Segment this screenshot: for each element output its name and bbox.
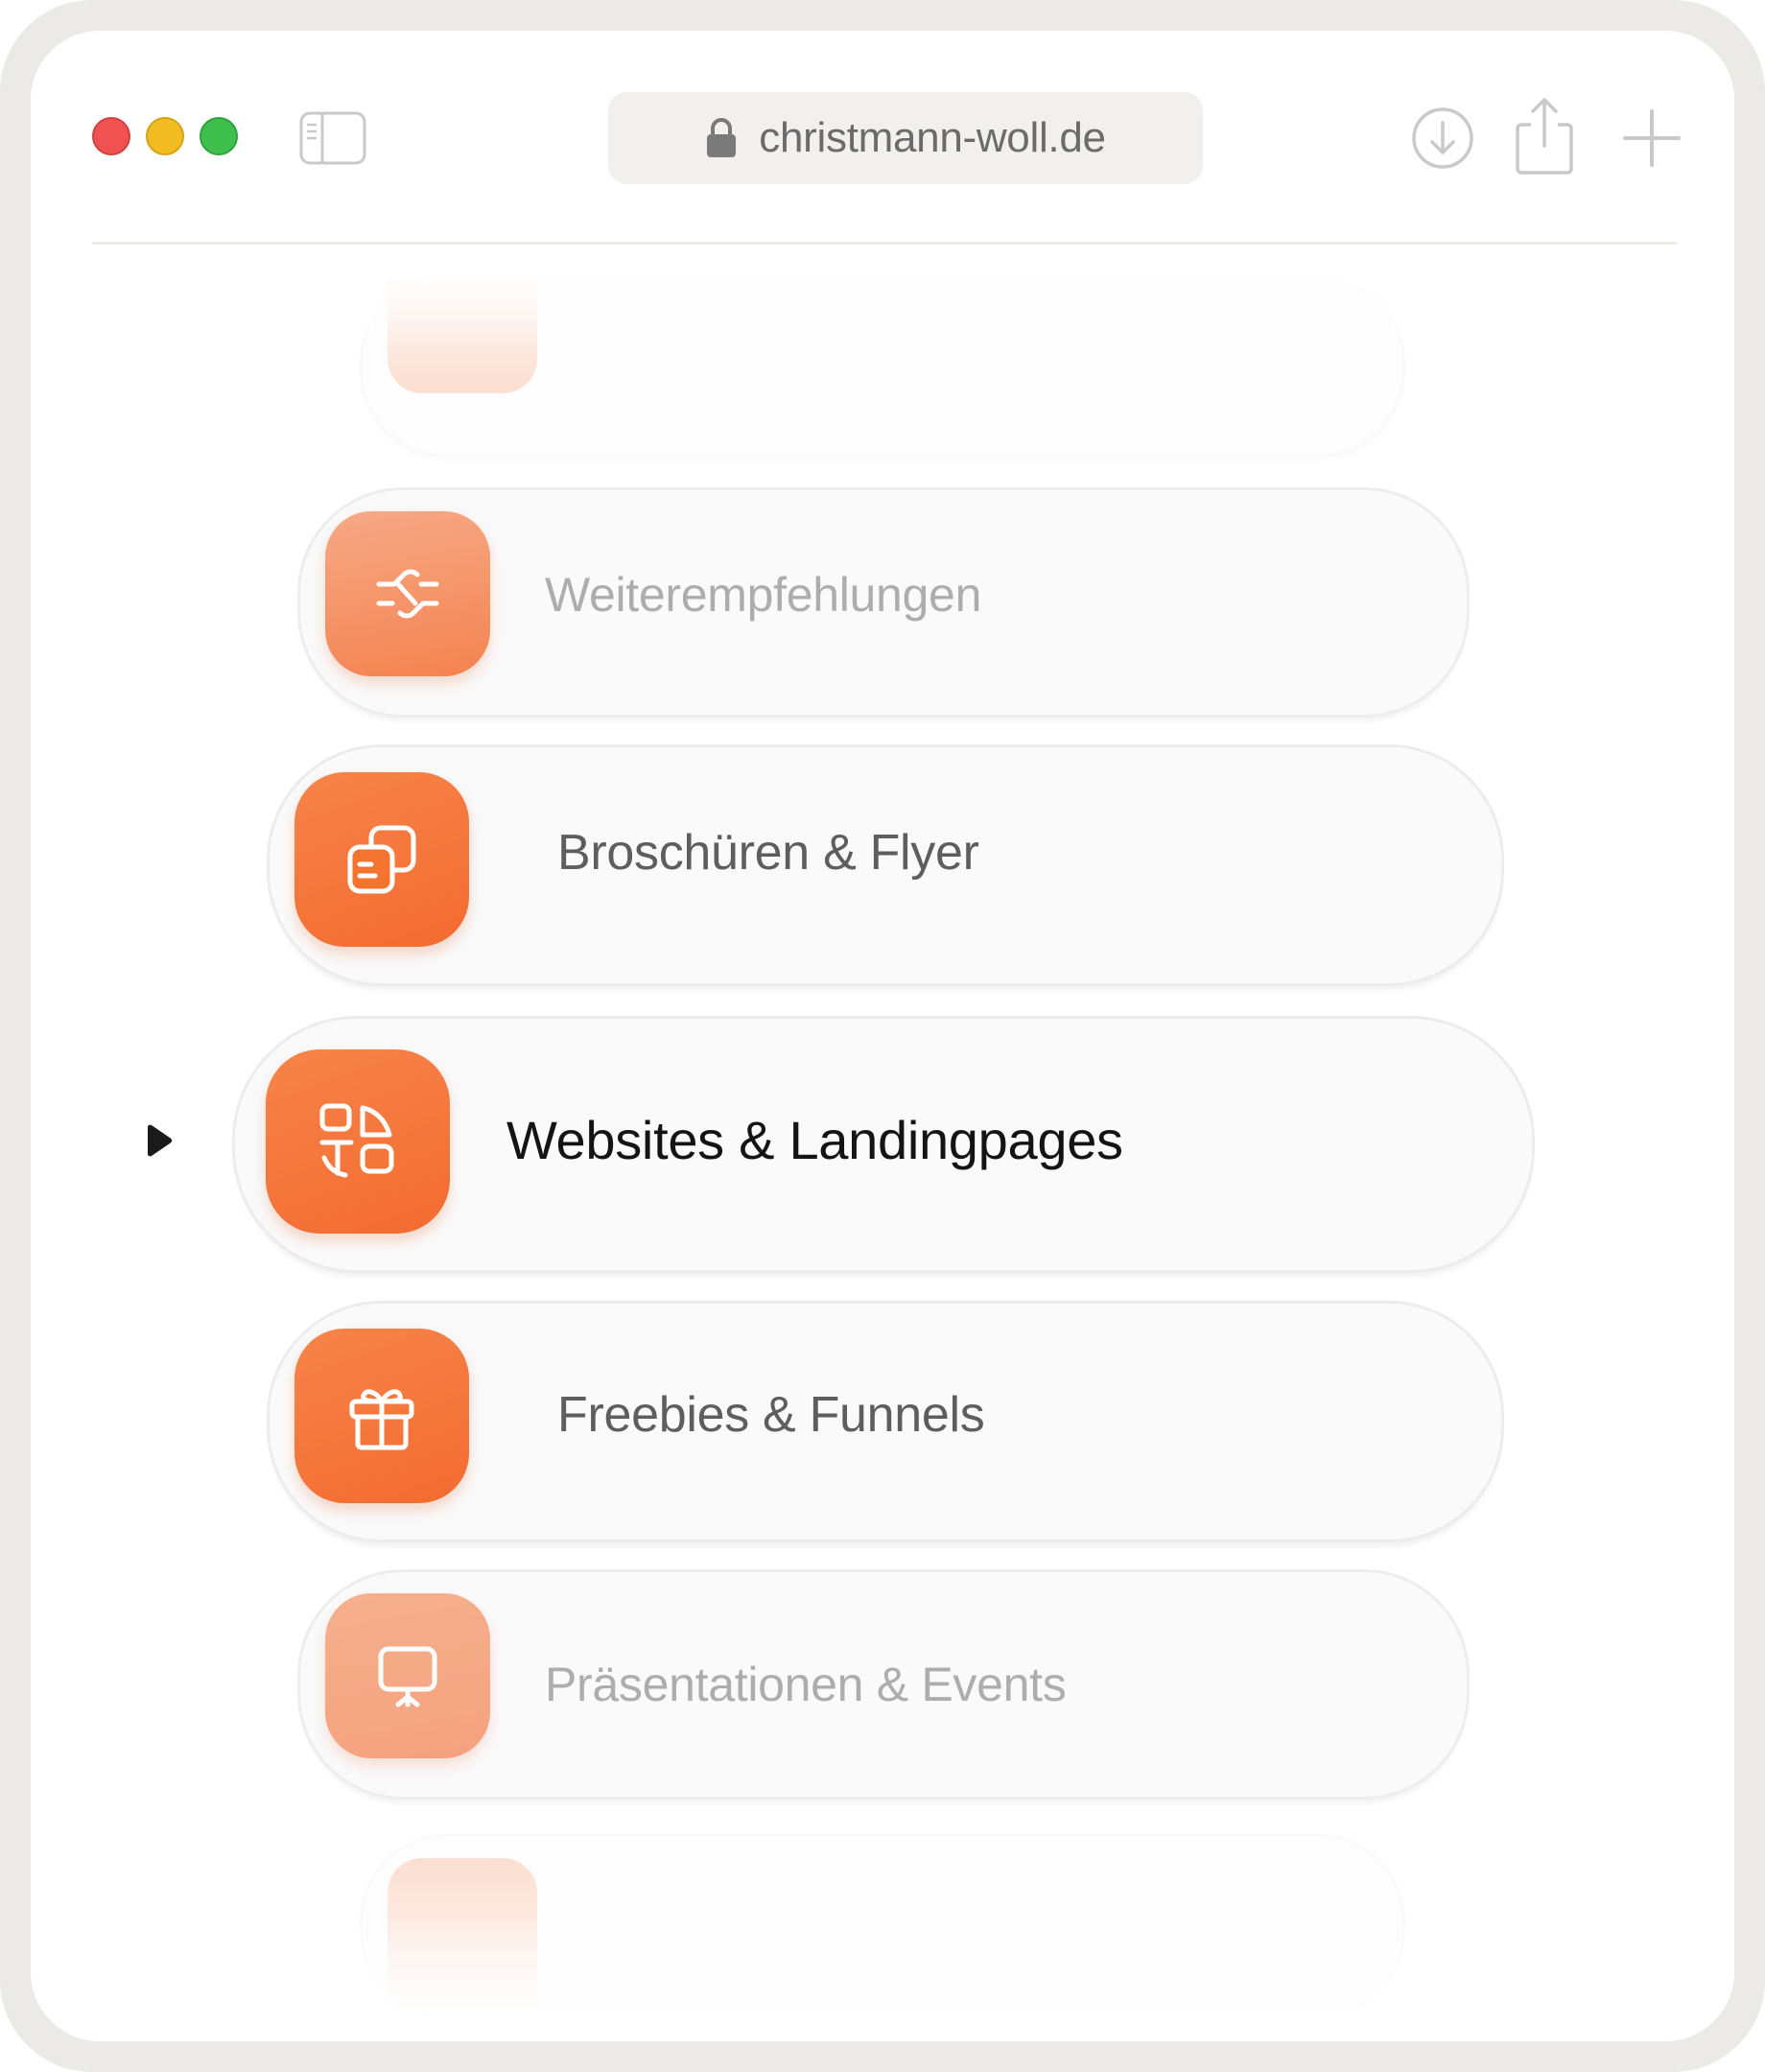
sidebar-icon[interactable] [299,111,366,165]
web-layout-icon [266,1049,450,1234]
close-window-button[interactable] [92,117,130,155]
pointer-arrow-icon [148,1124,173,1157]
list-bottom-fade [31,1911,1734,2041]
toolbar-divider [92,242,1677,245]
handshake-icon [325,511,490,676]
lock-icon [707,118,737,157]
plus-icon[interactable] [1615,102,1688,175]
browser-window: christmann-woll.de Weiterempfehlungen Br… [31,31,1734,2041]
menu-item-weiterempfehlungen[interactable]: Weiterempfehlungen [297,487,1470,718]
download-icon[interactable] [1406,102,1479,175]
menu-item-praesentationen-events[interactable]: Präsentationen & Events [297,1569,1470,1800]
address-bar[interactable]: christmann-woll.de [608,92,1203,184]
gift-icon [294,1329,469,1503]
menu-item-websites-landingpages[interactable]: Websites & Landingpages [232,1016,1535,1273]
menu-item-label: Freebies & Funnels [557,1387,985,1443]
menu-item-freebies-funnels[interactable]: Freebies & Funnels [267,1301,1504,1542]
minimize-window-button[interactable] [146,117,184,155]
menu-item-label: Broschüren & Flyer [557,825,979,881]
list-top-fade [31,247,1734,353]
browser-toolbar: christmann-woll.de [31,31,1734,242]
url-text: christmann-woll.de [759,114,1106,161]
menu-item-label: Präsentationen & Events [545,1658,1067,1711]
documents-icon [294,772,469,947]
menu-item-broschueren-flyer[interactable]: Broschüren & Flyer [267,744,1504,986]
device-frame: christmann-woll.de Weiterempfehlungen Br… [0,0,1765,2072]
zoom-window-button[interactable] [200,117,238,155]
share-icon[interactable] [1508,92,1581,178]
menu-item-label: Websites & Landingpages [506,1110,1123,1170]
presentation-icon [325,1593,490,1758]
menu-item-label: Weiterempfehlungen [545,568,982,622]
